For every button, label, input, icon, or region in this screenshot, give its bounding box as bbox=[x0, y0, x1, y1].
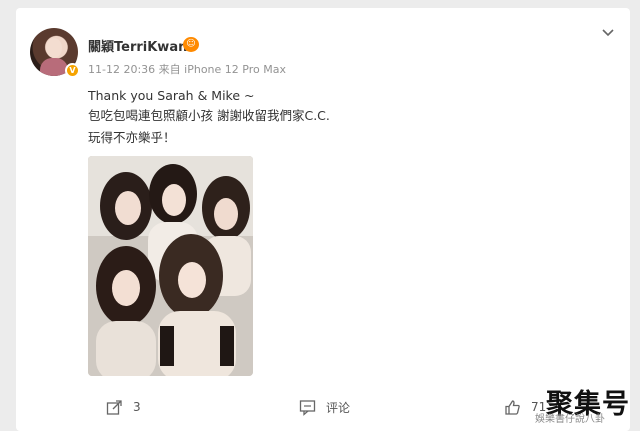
post-timestamp[interactable]: 11-12 20:36 bbox=[88, 63, 155, 76]
comment-label: 评论 bbox=[326, 400, 351, 415]
post-text-line-3: 玩得不亦樂乎！ bbox=[88, 130, 176, 145]
post-photo[interactable] bbox=[88, 156, 253, 376]
post-meta: 11-12 20:36 来自 iPhone 12 Pro Max bbox=[88, 61, 286, 77]
post-text-line-1: Thank you Sarah & Mike ~ bbox=[88, 88, 255, 103]
weibo-post-card: V 關穎TerriKwan ☺ 11-12 20:36 来自 iPhone 12… bbox=[16, 8, 630, 431]
chevron-down-icon[interactable] bbox=[601, 26, 615, 40]
share-icon bbox=[106, 399, 122, 415]
avatar-figure bbox=[40, 58, 68, 76]
verified-badge-icon: V bbox=[65, 63, 80, 78]
comment-button[interactable]: 评论 bbox=[299, 398, 350, 416]
post-source: 来自 iPhone 12 Pro Max bbox=[158, 63, 286, 76]
username[interactable]: 關穎TerriKwan bbox=[88, 36, 187, 55]
thumbs-up-icon bbox=[505, 399, 520, 415]
avatar-face bbox=[46, 38, 62, 58]
post-text-line-2: 包吃包喝連包照顧小孩 謝謝收留我們家C.C. bbox=[88, 108, 330, 123]
share-button[interactable]: 3 bbox=[106, 398, 141, 416]
share-count: 3 bbox=[133, 400, 141, 414]
comment-icon bbox=[299, 399, 316, 416]
group-photo-illustration bbox=[88, 156, 253, 376]
vip-badge-icon: ☺ bbox=[183, 37, 199, 52]
watermark-subtitle: 娛樂書仔說八卦 bbox=[535, 414, 605, 425]
